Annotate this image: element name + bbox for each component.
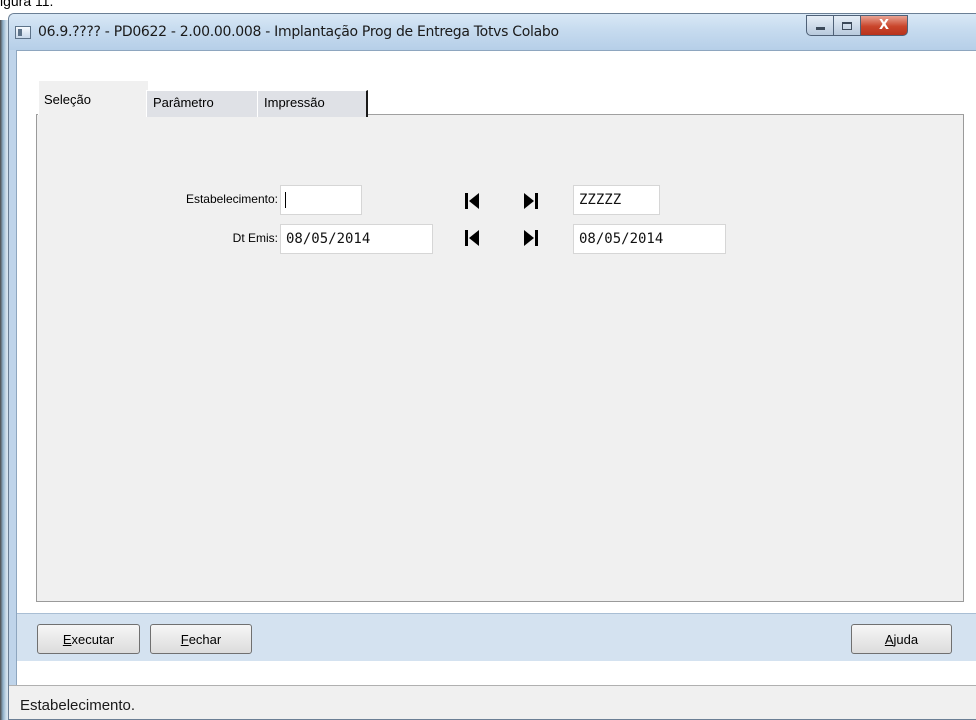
tab-parametro-label: Parâmetro bbox=[153, 95, 214, 110]
first-record-icon[interactable] bbox=[461, 190, 483, 212]
title-bar[interactable]: 06.9.???? - PD0622 - 2.00.00.008 - Impla… bbox=[9, 14, 976, 50]
tab-impressao-label: Impressão bbox=[264, 95, 325, 110]
tab-impressao[interactable]: Impressão bbox=[257, 90, 368, 117]
tab-page-selecao bbox=[36, 114, 964, 602]
fechar-accel: F bbox=[180, 631, 189, 647]
dt-emis-from-value: 08/05/2014 bbox=[286, 231, 371, 247]
executar-accel: E bbox=[62, 631, 72, 647]
ajuda-accel: A bbox=[884, 631, 894, 647]
window-client-area: Seleção Parâmetro Impressão Estabelecime… bbox=[9, 50, 976, 719]
first-date-icon[interactable] bbox=[461, 227, 483, 249]
maximize-button[interactable] bbox=[834, 15, 861, 36]
minimize-button[interactable] bbox=[806, 15, 834, 36]
dt-emis-label: Dt Emis: bbox=[232, 231, 278, 245]
last-date-icon[interactable] bbox=[520, 227, 542, 249]
close-button[interactable]: X bbox=[861, 15, 908, 36]
ajuda-button[interactable]: Ajuda bbox=[851, 624, 952, 654]
dt-emis-to-input[interactable]: 08/05/2014 bbox=[573, 224, 726, 254]
app-window-icon[interactable] bbox=[15, 26, 31, 39]
estabelecimento-label: Estabelecimento: bbox=[185, 192, 278, 206]
tab-selecao-label: Seleção bbox=[44, 92, 91, 107]
close-icon: X bbox=[878, 18, 890, 33]
estabelecimento-to-value: ZZZZZ bbox=[579, 192, 622, 208]
text-caret bbox=[285, 192, 286, 208]
button-bar: Executar Fechar Ajuda bbox=[17, 613, 976, 661]
estabelecimento-from-input[interactable] bbox=[280, 185, 362, 215]
estabelecimento-to-input[interactable]: ZZZZZ bbox=[573, 185, 660, 215]
program-window: 06.9.???? - PD0622 - 2.00.00.008 - Impla… bbox=[8, 13, 976, 720]
status-text: Estabelecimento. bbox=[20, 697, 136, 714]
last-record-icon[interactable] bbox=[520, 190, 542, 212]
document-caption-fragment: igura 11. bbox=[0, 0, 54, 9]
fechar-button[interactable]: Fechar bbox=[150, 624, 252, 654]
tab-parametro[interactable]: Parâmetro bbox=[146, 90, 259, 117]
status-bar: Estabelecimento. bbox=[9, 685, 976, 719]
executar-label: xecutar bbox=[71, 631, 115, 647]
executar-button[interactable]: Executar bbox=[37, 624, 140, 654]
window-title: 06.9.???? - PD0622 - 2.00.00.008 - Impla… bbox=[38, 24, 559, 40]
background-edge bbox=[0, 20, 8, 720]
window-controls: X bbox=[806, 15, 952, 36]
ajuda-label: juda bbox=[893, 631, 919, 647]
fechar-label: echar bbox=[188, 631, 222, 647]
dt-emis-to-value: 08/05/2014 bbox=[579, 231, 664, 247]
maximize-icon bbox=[842, 21, 852, 30]
minimize-icon bbox=[815, 27, 825, 30]
tab-selecao[interactable]: Seleção bbox=[38, 80, 148, 115]
dt-emis-from-input[interactable]: 08/05/2014 bbox=[280, 224, 433, 254]
